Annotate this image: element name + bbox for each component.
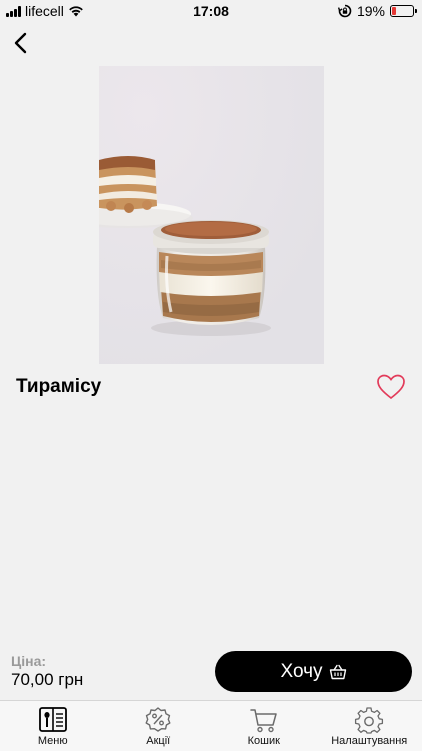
heart-icon <box>376 373 406 401</box>
menu-book-icon <box>38 706 68 734</box>
orientation-lock-icon <box>338 4 352 18</box>
tab-settings[interactable]: Налаштування <box>317 701 422 751</box>
tab-cart-label: Кошик <box>248 735 280 747</box>
battery-percent: 19% <box>357 3 385 19</box>
status-bar: lifecell 17:08 19% <box>0 0 422 22</box>
want-button-label: Хочу <box>280 661 322 683</box>
chevron-left-icon <box>8 28 36 58</box>
favorite-button[interactable] <box>376 373 406 401</box>
want-button[interactable]: Хочу <box>215 651 412 692</box>
gear-icon <box>354 706 384 734</box>
price-label: Ціна: <box>11 653 46 669</box>
cart-icon <box>249 706 279 734</box>
battery-icon <box>390 5 414 17</box>
tab-promotions[interactable]: Акції <box>106 701 212 751</box>
tab-bar: Меню Акції Кошик Налаштування <box>0 700 422 751</box>
tab-menu[interactable]: Меню <box>0 701 106 751</box>
product-image <box>99 66 324 364</box>
battery-level <box>392 7 396 15</box>
back-button[interactable] <box>8 28 36 58</box>
tiramisu-photo <box>99 66 324 364</box>
tab-menu-label: Меню <box>38 735 68 747</box>
discount-badge-icon <box>143 706 173 734</box>
tab-settings-label: Налаштування <box>331 735 407 747</box>
product-title: Тирамісу <box>16 376 101 398</box>
tab-promotions-label: Акції <box>146 735 170 747</box>
tab-cart[interactable]: Кошик <box>211 701 317 751</box>
basket-icon <box>329 664 347 680</box>
status-right: 19% <box>338 3 414 19</box>
price-value: 70,00 грн <box>11 670 83 690</box>
